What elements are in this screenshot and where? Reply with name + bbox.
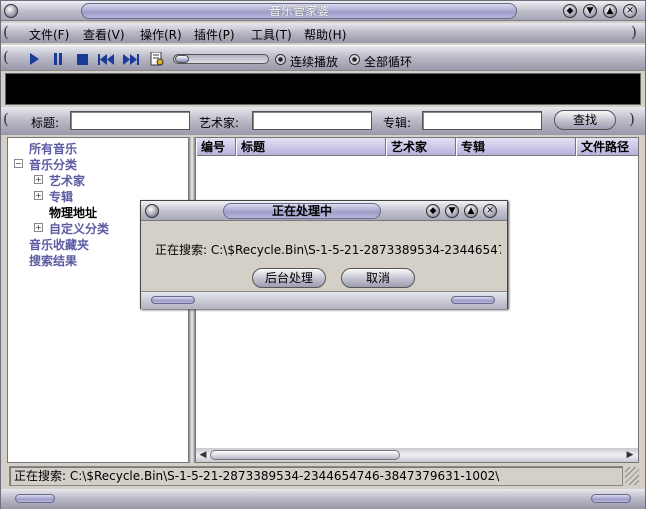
dialog-menu-knob-icon[interactable] — [145, 204, 159, 218]
status-bar: 正在搜索: C:\$Recycle.Bin\S-1-5-21-287338953… — [9, 466, 623, 486]
bracket-right-icon: ) — [629, 110, 635, 128]
frame-ornament-icon — [591, 494, 631, 503]
loop-all-radio[interactable] — [349, 54, 360, 65]
seek-slider[interactable] — [173, 54, 269, 64]
expand-icon[interactable]: + — [34, 191, 43, 200]
column-header-title[interactable]: 标题 — [236, 138, 386, 156]
artist-search-input[interactable] — [252, 111, 372, 130]
dialog-message: 正在搜索: C:\$Recycle.Bin\S-1-5-21-287338953… — [155, 243, 501, 257]
menu-help[interactable]: 帮助(H) — [304, 26, 346, 43]
bracket-right-icon: ) — [631, 23, 637, 41]
scroll-left-icon[interactable]: ◀ — [197, 449, 209, 461]
stop-icon[interactable] — [74, 52, 90, 66]
menu-bar: ( 文件(F) 查看(V) 操作(R) 插件(P) 工具(T) 帮助(H) ) — [1, 23, 645, 43]
next-icon[interactable] — [123, 52, 139, 66]
frame-ornament-icon — [15, 494, 55, 503]
tree-item-search-results[interactable]: 搜索结果 — [29, 252, 77, 269]
frame-ornament-icon — [151, 296, 195, 304]
maximize-icon[interactable]: ▲ — [603, 4, 617, 18]
expand-icon[interactable]: + — [34, 223, 43, 232]
menu-plugin[interactable]: 插件(P) — [194, 26, 235, 43]
album-search-label: 专辑: — [383, 116, 412, 130]
scroll-right-icon[interactable]: ▶ — [624, 449, 636, 461]
artist-search-label: 艺术家: — [199, 116, 240, 130]
dialog-close-icon[interactable]: ✕ — [483, 204, 497, 218]
tree-item-favorites[interactable]: 音乐收藏夹 — [29, 236, 89, 253]
expand-icon[interactable]: + — [34, 175, 43, 184]
bottom-frame — [1, 489, 645, 509]
frame-ornament-icon — [451, 296, 495, 304]
column-header-number[interactable]: 编号 — [196, 138, 236, 156]
window-title: 音乐管家婆 — [81, 3, 517, 19]
bracket-left-icon: ( — [3, 110, 9, 128]
tree-item-categories[interactable]: 音乐分类 — [29, 156, 77, 173]
menu-tools[interactable]: 工具(T) — [251, 26, 292, 43]
player-display — [5, 73, 641, 105]
continuous-play-label[interactable]: 连续播放 — [290, 53, 338, 70]
seek-thumb[interactable] — [175, 55, 189, 63]
dialog-maximize-icon[interactable]: ▲ — [464, 204, 478, 218]
horizontal-scrollbar[interactable]: ◀ ▶ — [196, 448, 638, 462]
column-header-artist[interactable]: 艺术家 — [386, 138, 456, 156]
processing-dialog: 正在处理中 ◆ ▼ ▲ ✕ 正在搜索: C:\$Recycle.Bin\S-1-… — [140, 200, 508, 309]
loop-all-label[interactable]: 全部循环 — [364, 53, 412, 70]
menu-file[interactable]: 文件(F) — [29, 26, 69, 43]
restore-icon[interactable]: ◆ — [563, 4, 577, 18]
dialog-title-bar[interactable]: 正在处理中 ◆ ▼ ▲ ✕ — [141, 201, 507, 221]
player-toolbar: ( 连续播放 全部循环 — [1, 45, 645, 71]
menu-operation[interactable]: 操作(R) — [140, 26, 182, 43]
resize-grip-icon[interactable] — [625, 467, 639, 485]
dialog-minimize-icon[interactable]: ▼ — [445, 204, 459, 218]
list-header: 编号 标题 艺术家 专辑 文件路径 — [196, 138, 638, 156]
previous-icon[interactable] — [98, 52, 114, 66]
title-search-input[interactable] — [70, 111, 190, 130]
title-search-label: 标题: — [31, 116, 60, 130]
column-header-album[interactable]: 专辑 — [456, 138, 576, 156]
dialog-bottom-frame — [141, 291, 507, 309]
pause-icon[interactable] — [50, 52, 66, 66]
main-window: 音乐管家婆 ◆ ▼ ▲ ✕ ( 文件(F) 查看(V) 操作(R) 插件(P) … — [0, 0, 646, 509]
close-icon[interactable]: ✕ — [623, 4, 637, 18]
find-button[interactable]: 查找 — [554, 110, 616, 130]
search-bar: ( 标题: 艺术家: 专辑: 查找 ) — [1, 107, 645, 135]
title-bar[interactable]: 音乐管家婆 ◆ ▼ ▲ ✕ — [1, 1, 645, 21]
play-icon[interactable] — [26, 52, 42, 66]
dialog-title: 正在处理中 — [223, 203, 381, 219]
cancel-button[interactable]: 取消 — [341, 268, 415, 288]
tree-item-album[interactable]: 专辑 — [49, 188, 73, 205]
minimize-icon[interactable]: ▼ — [583, 4, 597, 18]
column-header-path[interactable]: 文件路径 — [576, 138, 638, 156]
menu-view[interactable]: 查看(V) — [83, 26, 125, 43]
bracket-left-icon: ( — [3, 48, 9, 66]
tree-item-physical-address[interactable]: 物理地址 — [49, 204, 97, 221]
bracket-left-icon: ( — [3, 23, 9, 41]
tree-item-custom-category[interactable]: 自定义分类 — [49, 220, 109, 237]
scan-document-icon[interactable] — [149, 52, 165, 66]
album-search-input[interactable] — [422, 111, 542, 130]
continuous-play-radio[interactable] — [275, 54, 286, 65]
background-process-button[interactable]: 后台处理 — [252, 268, 326, 288]
tree-item-artist[interactable]: 艺术家 — [49, 172, 85, 189]
scrollbar-thumb[interactable] — [210, 450, 400, 460]
dialog-restore-icon[interactable]: ◆ — [426, 204, 440, 218]
tree-item-all-music[interactable]: 所有音乐 — [29, 140, 77, 157]
collapse-icon[interactable]: − — [14, 159, 23, 168]
app-menu-knob-icon[interactable] — [4, 4, 18, 18]
